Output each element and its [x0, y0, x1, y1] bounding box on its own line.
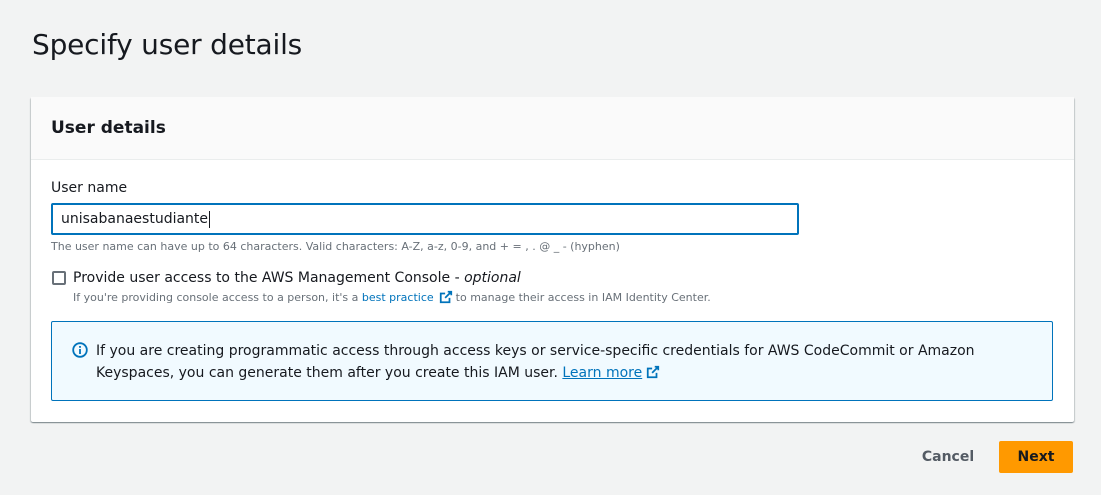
optional-tag: optional — [464, 270, 521, 286]
username-input[interactable]: unisabanaestudiante — [51, 203, 799, 235]
info-icon — [72, 342, 88, 358]
best-practice-link[interactable]: best practice — [362, 291, 434, 304]
next-button[interactable]: Next — [999, 441, 1073, 473]
desc-after: to manage their access in IAM Identity C… — [455, 290, 711, 304]
info-alert-message: If you are creating programmatic access … — [96, 343, 975, 381]
username-constraint-text: The user name can have up to 64 characte… — [51, 240, 620, 253]
desc-before: If you're providing console access to a … — [73, 290, 359, 304]
container-header: User details — [31, 97, 1074, 160]
console-access-description: If you're providing console access to a … — [73, 290, 711, 304]
text-caret — [209, 210, 211, 228]
page-title: Specify user details — [32, 28, 303, 61]
console-access-label[interactable]: Provide user access to the AWS Managemen… — [73, 270, 521, 286]
info-alert-text: If you are creating programmatic access … — [96, 340, 1036, 384]
external-link-icon[interactable] — [646, 365, 660, 379]
console-access-label-text: Provide user access to the AWS Managemen… — [73, 270, 465, 286]
info-alert: If you are creating programmatic access … — [51, 321, 1053, 401]
external-link-icon[interactable] — [439, 290, 453, 304]
user-details-container: User details User name unisabanaestudian… — [31, 97, 1074, 422]
container-title: User details — [51, 118, 166, 138]
console-access-checkbox[interactable] — [52, 271, 66, 285]
username-label: User name — [51, 180, 128, 196]
username-value: unisabanaestudiante — [61, 211, 209, 227]
learn-more-link[interactable]: Learn more — [562, 365, 642, 381]
cancel-button[interactable]: Cancel — [910, 441, 986, 473]
